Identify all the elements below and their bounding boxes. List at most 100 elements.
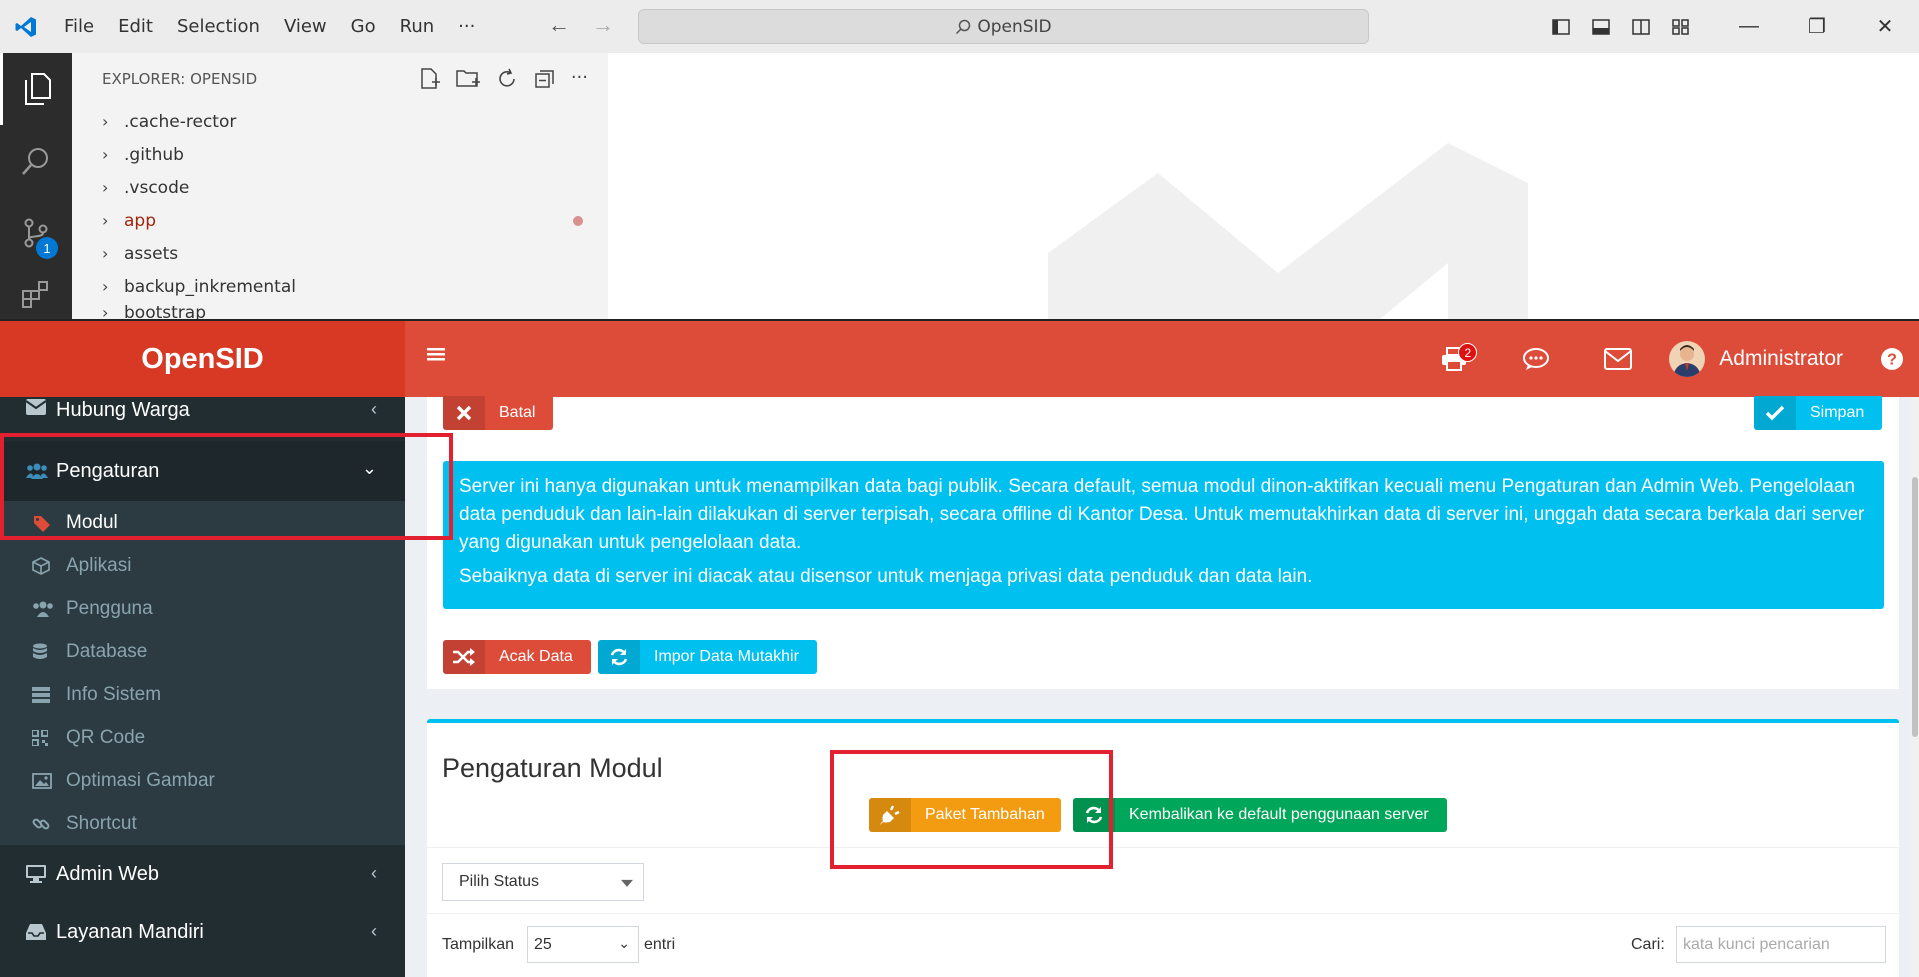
customize-layout-icon[interactable] [1661, 0, 1701, 53]
vscode-logo-icon [0, 0, 52, 53]
close-icon[interactable]: ✕ [1851, 0, 1919, 53]
svg-text:?: ? [1887, 352, 1897, 369]
import-label: Impor Data Mutakhir [654, 648, 799, 665]
sidebar-item-layanan-mandiri[interactable]: Layanan Mandiri ‹ [0, 903, 405, 961]
explorer-icon[interactable] [0, 53, 72, 125]
page-size-select[interactable]: 25 ⌄ [527, 926, 639, 963]
inbox-icon [26, 924, 56, 940]
explorer-actions: ··· [417, 67, 588, 91]
cancel-button[interactable]: Batal [443, 396, 554, 430]
sidebar-item-modul[interactable]: Modul [0, 501, 405, 544]
sidebar-item-aplikasi[interactable]: Aplikasi [0, 544, 405, 587]
print-notification-button[interactable]: 2 [1413, 321, 1495, 397]
link-icon [32, 815, 66, 833]
box-title: Pengaturan Modul [442, 753, 663, 783]
source-control-icon[interactable]: 1 [0, 197, 72, 269]
sidebar-item-pengguna[interactable]: Pengguna [0, 587, 405, 630]
refresh-icon[interactable] [495, 67, 519, 91]
tree-item[interactable]: › app [72, 204, 608, 237]
sidebar-item-info-sistem[interactable]: Info Sistem [0, 673, 405, 716]
chevron-right-icon: › [102, 112, 109, 131]
sidebar-item-qr-code[interactable]: QR Code [0, 716, 405, 759]
toggle-primary-sidebar-icon[interactable] [1541, 0, 1581, 53]
module-settings-box: Pengaturan Modul Pilih Status Tampilkan … [427, 719, 1899, 977]
search-activity-icon[interactable] [0, 125, 72, 197]
status-filter-select[interactable]: Pilih Status [442, 863, 644, 901]
sidebar-toggle-icon[interactable] [427, 345, 445, 368]
search-input[interactable]: kata kunci pencarian [1676, 926, 1886, 963]
new-file-icon[interactable] [417, 67, 441, 91]
activity-bar: 1 [0, 53, 72, 321]
chevron-left-icon: ‹ [371, 921, 377, 941]
reset-default-button[interactable]: Kembalikan ke default penggunaan server [1073, 798, 1447, 832]
entries-label: entri [644, 936, 676, 953]
desktop-icon [26, 865, 56, 883]
collapse-all-icon[interactable] [533, 67, 557, 91]
chevron-right-icon: › [102, 303, 109, 319]
help-button[interactable]: ? [1865, 321, 1919, 397]
randomize-data-button[interactable]: Acak Data [443, 640, 591, 674]
command-center-search[interactable]: OpenSID [638, 9, 1369, 44]
scrollbar-thumb[interactable] [1912, 477, 1918, 737]
users-icon [32, 601, 66, 617]
sidebar-item-hubung-warga[interactable]: Hubung Warga ‹ [0, 397, 405, 431]
comments-button[interactable] [1495, 321, 1577, 397]
forward-arrow-icon[interactable]: → [592, 12, 614, 38]
tree-item[interactable]: › assets [72, 237, 608, 270]
database-icon [32, 643, 66, 661]
refresh-icon [1073, 798, 1115, 832]
toggle-secondary-sidebar-icon[interactable] [1621, 0, 1661, 53]
sidebar-item-database[interactable]: Database [0, 630, 405, 673]
sidebar-submenu: Modul Aplikasi Pengguna Database Info Si… [0, 501, 405, 845]
sidebar-item-optimasi-gambar[interactable]: Optimasi Gambar [0, 759, 405, 802]
explorer-panel: EXPLORER: OPENSID ··· › .cache-rector › .g… [72, 53, 608, 321]
menu-edit[interactable]: Edit [106, 16, 165, 37]
menu-run[interactable]: Run [388, 16, 447, 37]
user-menu[interactable]: Administrator [1659, 321, 1865, 397]
back-arrow-icon[interactable]: ← [548, 12, 570, 38]
tree-item[interactable]: › .cache-rector [72, 105, 608, 138]
cancel-label: Batal [499, 404, 536, 421]
menu-selection[interactable]: Selection [165, 16, 272, 37]
tree-item[interactable]: › .vscode [72, 171, 608, 204]
notification-count-badge: 2 [1458, 343, 1478, 362]
info-callout: Server ini hanya digunakan untuk menampi… [443, 461, 1884, 609]
tags-icon [32, 514, 66, 532]
tree-item[interactable]: › .github [72, 138, 608, 171]
plug-icon [869, 798, 911, 832]
toggle-panel-icon[interactable] [1581, 0, 1621, 53]
opensid-logo[interactable]: OpenSID [0, 321, 405, 397]
sidebar-item-label: Admin Web [56, 862, 160, 885]
chevron-down-icon: ⌄ [618, 935, 630, 951]
menu-view[interactable]: View [272, 16, 339, 37]
menu-file[interactable]: File [52, 16, 106, 37]
explorer-more-icon[interactable]: ··· [571, 67, 588, 91]
explorer-title: EXPLORER: OPENSID [102, 70, 258, 88]
extensions-icon[interactable] [0, 269, 72, 321]
sidebar-item-label: Shortcut [66, 812, 137, 834]
new-folder-icon[interactable] [455, 67, 481, 91]
search-icon [956, 19, 971, 34]
import-data-button[interactable]: Impor Data Mutakhir [598, 640, 817, 674]
sidebar-item-pengaturan[interactable]: Pengaturan ⌄ [0, 441, 405, 501]
sidebar-item-label: Aplikasi [66, 554, 132, 576]
page-size-value: 25 [534, 935, 552, 953]
users-icon [26, 463, 56, 479]
menu-more[interactable]: ··· [446, 16, 487, 37]
caret-down-icon [621, 879, 633, 887]
restore-icon[interactable]: ❐ [1783, 0, 1851, 53]
sidebar-item-admin-web[interactable]: Admin Web ‹ [0, 845, 405, 903]
sidebar-item-shortcut[interactable]: Shortcut [0, 802, 405, 845]
navbar-right: 2 Administrator ? [1413, 321, 1919, 397]
content-scrollbar[interactable] [1911, 397, 1919, 977]
comment-icon [1523, 348, 1550, 370]
tree-item[interactable]: › bootstrap [72, 303, 608, 319]
save-button[interactable]: Simpan [1754, 396, 1883, 430]
additional-package-button[interactable]: Paket Tambahan [869, 798, 1061, 832]
menu-go[interactable]: Go [339, 16, 388, 37]
tree-item-label: backup_inkremental [124, 276, 296, 297]
minimize-icon[interactable]: — [1715, 0, 1783, 53]
sidebar-item-label: Hubung Warga [56, 399, 190, 421]
messages-button[interactable] [1577, 321, 1659, 397]
tree-item[interactable]: › backup_inkremental [72, 270, 608, 303]
